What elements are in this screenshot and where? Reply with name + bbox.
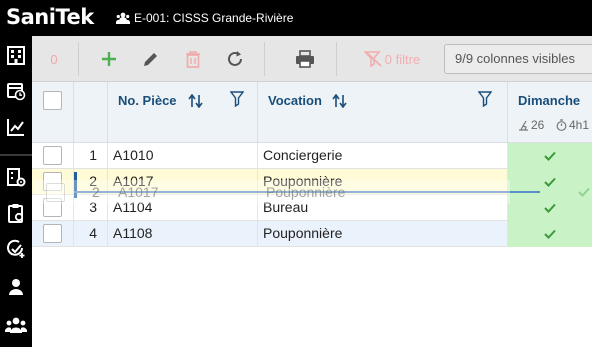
ghost-vocation: Pouponnière (266, 184, 346, 200)
print-button[interactable] (290, 44, 320, 74)
cell-vocation[interactable]: Conciergerie (258, 143, 508, 169)
check-icon (544, 229, 556, 239)
building-icon (7, 46, 25, 65)
sort-icon[interactable] (188, 94, 204, 108)
ghost-no-piece: A1017 (118, 184, 159, 200)
ghost-check-icon (578, 187, 590, 197)
refresh-button[interactable] (220, 44, 250, 74)
select-all-checkbox[interactable] (43, 91, 62, 110)
sidebar (0, 36, 32, 347)
column-header-dimanche[interactable]: Dimanche 26 4h1 (508, 82, 592, 143)
sidebar-item-schedule[interactable] (0, 74, 32, 108)
refresh-icon (228, 51, 242, 66)
breadcrumb[interactable]: E-001: CISSS Grande-Rivière (116, 10, 293, 26)
cell-dimanche[interactable] (508, 195, 592, 221)
row-index: 1 (74, 143, 108, 169)
sort-icon[interactable] (332, 94, 348, 108)
cell-dimanche[interactable] (508, 221, 592, 247)
user-icon (9, 279, 23, 295)
ghost-index: 2 (92, 184, 100, 200)
column-title-vocation: Vocation (268, 93, 322, 108)
broom-icon (519, 120, 528, 131)
filter-label: 0 filtre (384, 51, 421, 67)
top-bar: SaniTek E-001: CISSS Grande-Rivière (0, 0, 592, 36)
table-row[interactable]: 4 A1108 Pouponnière (32, 221, 592, 247)
check-icon (544, 203, 556, 213)
data-grid: No. Pièce Vocation Dimanche 26 4h1 1 A10… (32, 82, 592, 347)
column-header-no-piece[interactable]: No. Pièce (108, 82, 258, 143)
trash-icon (186, 51, 200, 68)
index-header (74, 82, 108, 143)
edit-button[interactable] (136, 44, 166, 74)
check-plus-icon (7, 239, 25, 258)
toolbar-divider (264, 42, 265, 76)
clipboard-gear-icon (8, 204, 24, 223)
filter-button[interactable]: 0 filtre (352, 44, 432, 74)
sidebar-item-user[interactable] (0, 270, 32, 304)
drag-ghost-row: 2 A1017 Pouponnière (34, 180, 590, 204)
filter-icon[interactable] (230, 91, 244, 107)
column-title-no-piece: No. Pièce (118, 93, 177, 108)
columns-visible-button[interactable]: 9/9 colonnes visibles (444, 44, 592, 74)
sidebar-item-validation[interactable] (0, 232, 32, 266)
dimanche-time: 4h1 (556, 118, 589, 132)
sidebar-item-stats[interactable] (0, 110, 32, 144)
column-title-dimanche: Dimanche (518, 93, 581, 108)
selected-count: 0 (50, 51, 58, 67)
sidebar-item-tasks[interactable] (0, 196, 32, 230)
building-gear-icon (7, 168, 26, 187)
stopwatch-icon (556, 119, 567, 131)
toolbar-divider (78, 42, 79, 76)
cell-vocation[interactable]: Pouponnière (258, 221, 508, 247)
sidebar-item-team[interactable] (0, 308, 32, 342)
column-header-vocation[interactable]: Vocation (258, 82, 508, 143)
breadcrumb-text: E-001: CISSS Grande-Rivière (134, 11, 294, 25)
toolbar-divider (336, 42, 337, 76)
cell-dimanche[interactable] (508, 143, 592, 169)
users-group-icon (5, 317, 27, 333)
filter-icon[interactable] (478, 91, 492, 107)
check-icon (544, 177, 556, 187)
add-button[interactable] (94, 44, 124, 74)
chart-line-icon (7, 119, 24, 136)
sidebar-item-settings[interactable] (0, 160, 32, 194)
sidebar-item-buildings[interactable] (0, 38, 32, 72)
cell-no-piece[interactable]: A1108 (108, 221, 258, 247)
plus-icon (102, 52, 116, 66)
toolbar: 0 0 filtre 9/9 colonnes visibles (32, 36, 592, 82)
row-select-cell (32, 143, 74, 169)
grid-header: No. Pièce Vocation Dimanche 26 4h1 (32, 82, 592, 143)
row-index: 4 (74, 221, 108, 247)
row-checkbox[interactable] (43, 224, 62, 243)
filter-off-icon (363, 51, 382, 67)
pencil-icon (144, 53, 157, 66)
dimanche-count: 26 (518, 118, 544, 132)
sidebar-divider (0, 154, 32, 156)
users-icon (116, 12, 130, 24)
ghost-checkbox (46, 183, 65, 202)
select-all-header (32, 82, 74, 143)
calendar-clock-icon (7, 83, 26, 101)
delete-button[interactable] (178, 44, 208, 74)
app-logo[interactable]: SaniTek (6, 4, 94, 30)
cell-no-piece[interactable]: A1010 (108, 143, 258, 169)
printer-icon (296, 50, 314, 68)
check-icon (544, 151, 556, 161)
row-select-cell (32, 221, 74, 247)
row-checkbox[interactable] (43, 146, 62, 165)
table-row[interactable]: 1 A1010 Conciergerie (32, 143, 592, 169)
